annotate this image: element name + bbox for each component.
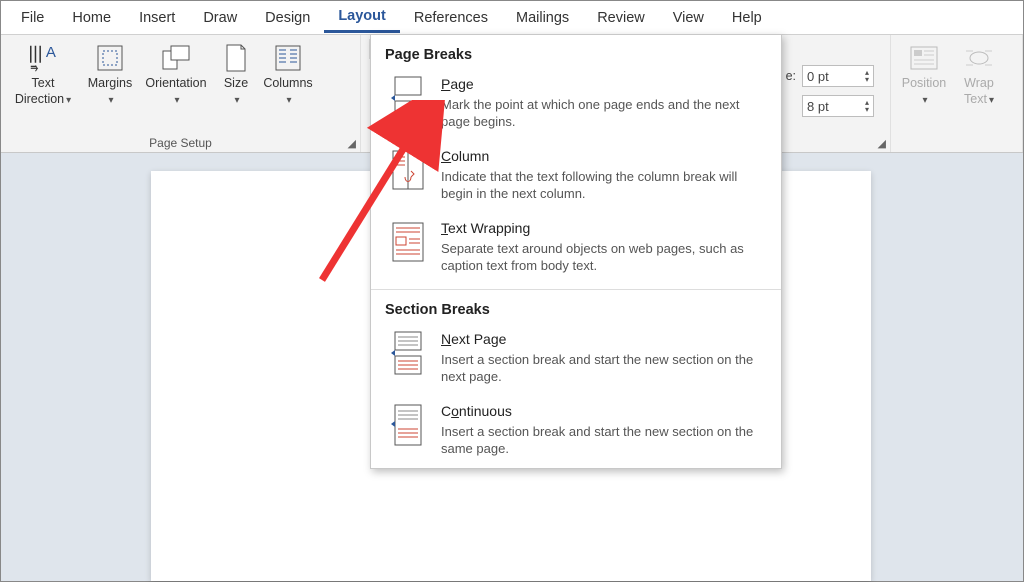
chevron-down-icon: ▾ <box>66 95 71 106</box>
chevron-down-icon: ▾ <box>989 95 994 106</box>
break-continuous-desc: Insert a section break and start the new… <box>441 423 767 458</box>
tab-references[interactable]: References <box>400 4 502 32</box>
break-nextpage-title: Next Page <box>441 330 767 349</box>
tab-layout[interactable]: Layout <box>324 2 400 33</box>
orientation-button[interactable]: Orientation ▾ <box>139 39 213 110</box>
orientation-label: Orientation <box>145 76 206 90</box>
size-icon <box>220 42 252 74</box>
spinner-arrows[interactable]: ▴▾ <box>865 99 869 113</box>
chevron-down-icon: ▾ <box>108 95 113 106</box>
position-label: Position <box>902 76 946 90</box>
break-textwrap-item[interactable]: Text Wrapping Separate text around object… <box>371 213 781 285</box>
margins-button[interactable]: Margins ▾ <box>81 39 139 110</box>
svg-text:A: A <box>46 44 56 61</box>
break-page-title: Page <box>441 75 767 94</box>
group-arrange: Position ▾ Wrap Text▾ <box>891 35 1023 152</box>
break-textwrap-desc: Separate text around objects on web page… <box>441 240 767 275</box>
orientation-icon <box>160 42 192 74</box>
breaks-dropdown: Page Breaks Page Mark the point at which … <box>370 34 782 469</box>
paragraph-launcher[interactable]: ◢ <box>878 137 886 150</box>
section-breaks-header: Section Breaks <box>371 290 781 324</box>
margins-icon <box>94 42 126 74</box>
columns-label: Columns <box>263 76 312 90</box>
columns-icon <box>272 42 304 74</box>
page-setup-group-label: Page Setup <box>5 136 356 152</box>
break-column-desc: Indicate that the text following the col… <box>441 168 767 203</box>
wrap-text-button[interactable]: Wrap Text▾ <box>953 39 1005 110</box>
break-nextpage-item[interactable]: Next Page Insert a section break and star… <box>371 324 781 396</box>
size-label: Size <box>224 76 248 90</box>
size-button[interactable]: Size ▾ <box>213 39 259 110</box>
tab-view[interactable]: View <box>659 4 718 32</box>
chevron-down-icon: ▾ <box>174 95 179 106</box>
column-break-icon <box>385 147 431 193</box>
group-page-setup: A Text Direction▾ Margins▾ Orientation▾ <box>1 35 361 152</box>
spacing-before-label: e: <box>786 69 796 83</box>
break-continuous-item[interactable]: Continuous Insert a section break and sta… <box>371 396 781 468</box>
text-wrapping-icon <box>385 219 431 265</box>
tab-help[interactable]: Help <box>718 4 776 32</box>
next-page-icon <box>385 330 431 376</box>
columns-button[interactable]: Columns ▾ <box>259 39 317 110</box>
continuous-icon <box>385 402 431 448</box>
tab-draw[interactable]: Draw <box>189 4 251 32</box>
page-setup-launcher[interactable]: ◢ <box>348 137 356 150</box>
page-break-icon <box>385 75 431 121</box>
text-direction-button[interactable]: A Text Direction▾ <box>5 39 81 110</box>
break-page-desc: Mark the point at which one page ends an… <box>441 96 767 131</box>
tab-mailings[interactable]: Mailings <box>502 4 583 32</box>
break-column-item[interactable]: Column Indicate that the text following t… <box>371 141 781 213</box>
spacing-after-input[interactable]: 8 pt ▴▾ <box>802 95 874 117</box>
tab-design[interactable]: Design <box>251 4 324 32</box>
spacing-before-value: 0 pt <box>807 69 829 84</box>
tab-insert[interactable]: Insert <box>125 4 189 32</box>
break-textwrap-title: Text Wrapping <box>441 219 767 238</box>
page-breaks-header: Page Breaks <box>371 35 781 69</box>
margins-label: Margins <box>88 76 132 90</box>
spinner-arrows[interactable]: ▴▾ <box>865 69 869 83</box>
chevron-down-icon: ▾ <box>234 95 239 106</box>
spacing-before-input[interactable]: 0 pt ▴▾ <box>802 65 874 87</box>
break-continuous-title: Continuous <box>441 402 767 421</box>
tab-file[interactable]: File <box>7 4 58 32</box>
break-column-title: Column <box>441 147 767 166</box>
wrap-text-icon <box>963 42 995 74</box>
tab-home[interactable]: Home <box>58 4 125 32</box>
break-nextpage-desc: Insert a section break and start the new… <box>441 351 767 386</box>
spacing-after-value: 8 pt <box>807 99 829 114</box>
chevron-down-icon: ▾ <box>286 95 291 106</box>
text-direction-label: Text Direction <box>15 76 64 106</box>
position-button[interactable]: Position ▾ <box>895 39 953 110</box>
menu-tabs: File Home Insert Draw Design Layout Refe… <box>1 1 1023 35</box>
text-direction-icon: A <box>27 42 59 74</box>
chevron-down-icon: ▾ <box>922 95 927 106</box>
break-page-item[interactable]: Page Mark the point at which one page end… <box>371 69 781 141</box>
position-icon <box>908 42 940 74</box>
tab-review[interactable]: Review <box>583 4 659 32</box>
